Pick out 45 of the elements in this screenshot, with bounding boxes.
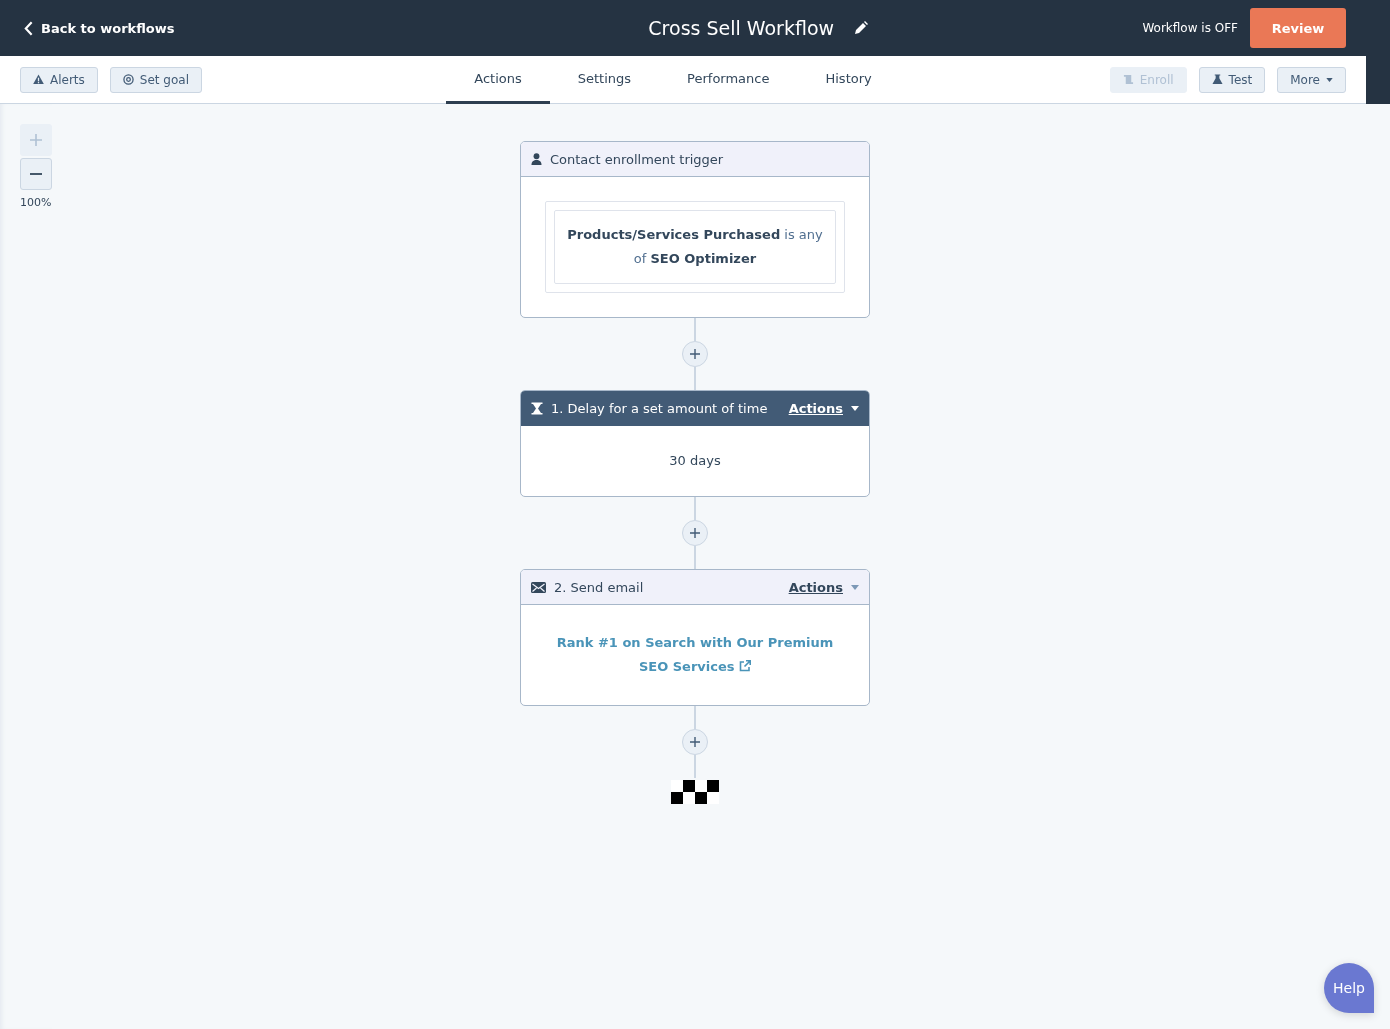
zoom-out-button[interactable] [20, 158, 52, 190]
action-title: 1. Delay for a set amount of time [551, 400, 769, 416]
caret-icon [1326, 77, 1333, 82]
actions-menu-link[interactable]: Actions [788, 400, 843, 416]
workflow-title: Cross Sell Workflow [648, 17, 835, 39]
tab[interactable]: History [797, 56, 900, 104]
test-button[interactable]: Test [1198, 66, 1266, 93]
action-title: 2. Send email [554, 579, 645, 595]
hourglass-icon [531, 401, 543, 415]
tab[interactable]: Performance [659, 56, 798, 104]
caret-icon [851, 405, 859, 411]
trigger-card[interactable]: Contact enrollment trigger Products/Services Purchased is any of SEO Optimizer [520, 141, 870, 318]
checkered-flag-icon [671, 780, 719, 804]
pencil-icon [854, 21, 869, 35]
caret-icon [851, 584, 859, 590]
scroll-icon [1122, 74, 1134, 85]
alerts-button[interactable]: Alerts [20, 66, 98, 93]
target-icon [122, 74, 134, 85]
trigger-title: Contact enrollment trigger [550, 151, 725, 167]
filter-condition: Products/Services Purchased is any of SEO Optimizer [566, 226, 824, 268]
plus-icon [690, 528, 700, 538]
external-link-icon [739, 660, 752, 672]
plus-icon [690, 349, 700, 359]
plus-icon [30, 134, 42, 146]
person-icon [531, 153, 542, 165]
zoom-level: 100% [20, 196, 52, 209]
tab[interactable]: Settings [549, 56, 660, 104]
add-step-button[interactable] [682, 341, 708, 367]
delay-card[interactable]: 1. Delay for a set amount of time Actions 30 days [520, 390, 870, 497]
tab[interactable]: Actions [446, 56, 550, 104]
back-link[interactable]: Back to workflows [24, 20, 264, 36]
flask-icon [1211, 74, 1223, 85]
envelope-icon [531, 581, 546, 593]
actions-menu-link[interactable]: Actions [788, 579, 843, 595]
workflow-status: Workflow is OFF [1142, 21, 1238, 35]
chevron-left-icon [24, 20, 33, 36]
add-step-button[interactable] [682, 729, 708, 755]
email-card[interactable]: 2. Send email Actions Rank #1 on Search with Our Premium SEO Services [520, 569, 870, 706]
add-step-button[interactable] [682, 520, 708, 546]
more-button[interactable]: More [1277, 66, 1346, 93]
delay-duration: 30 days [668, 452, 722, 470]
warning-icon [33, 74, 44, 85]
help-button[interactable]: Help [1324, 963, 1374, 1013]
set-goal-button[interactable]: Set goal [109, 66, 202, 93]
plus-icon [690, 737, 700, 747]
